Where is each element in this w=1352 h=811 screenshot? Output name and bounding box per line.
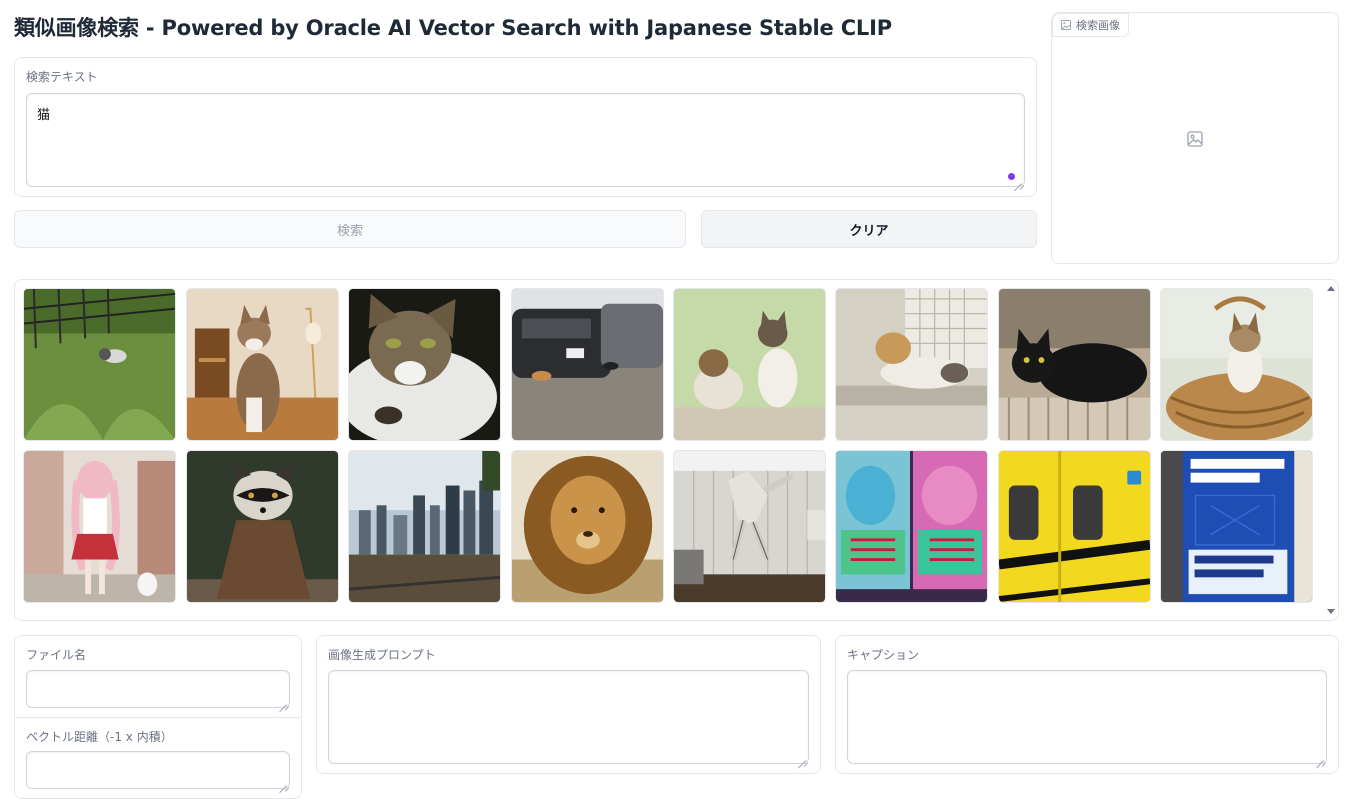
two-kittens-image — [674, 289, 825, 440]
gallery-item[interactable] — [186, 288, 339, 441]
resize-handle-icon[interactable] — [279, 697, 287, 705]
gallery-item[interactable] — [998, 450, 1151, 603]
gallery-scrollbar[interactable] — [1324, 280, 1338, 620]
gallery-item[interactable] — [23, 450, 176, 603]
blue-book-cover-image — [1161, 451, 1312, 602]
search-text-value: 猫 — [37, 108, 51, 123]
search-image-panel[interactable]: 検索画像 — [1051, 12, 1339, 264]
city-skyline-image — [349, 451, 500, 602]
lion-image — [512, 451, 663, 602]
filename-field[interactable] — [26, 670, 290, 708]
file-info-panel: ファイル名 ベクトル距離（-1 x 内積） — [14, 635, 302, 799]
gallery-item[interactable] — [23, 288, 176, 441]
kitten-on-window-sill-image — [836, 289, 987, 440]
manga-covers-image — [836, 451, 987, 602]
resize-handle-icon[interactable] — [798, 753, 806, 761]
distance-field[interactable] — [26, 751, 290, 789]
anime-girl-with-cat-image — [24, 451, 175, 602]
gallery-item[interactable] — [186, 450, 339, 603]
search-text-input[interactable]: 猫 — [26, 93, 1025, 187]
search-image-tag: 検索画像 — [1052, 13, 1129, 37]
cats-by-cars-image — [512, 289, 663, 440]
prompt-panel: 画像生成プロンプト — [316, 635, 821, 774]
caption-label: キャプション — [847, 648, 920, 662]
yellow-train-image — [999, 451, 1150, 602]
clear-button[interactable]: クリア — [701, 210, 1037, 248]
gallery-item[interactable] — [1160, 288, 1313, 441]
scroll-down-icon[interactable] — [1327, 609, 1335, 614]
raccoon-in-cloak-image — [187, 451, 338, 602]
distance-label: ベクトル距離（-1 x 内積） — [26, 730, 173, 744]
cat-in-grass-image — [24, 289, 175, 440]
image-tag-icon — [1061, 20, 1071, 30]
image-gallery — [14, 279, 1339, 621]
gallery-item[interactable] — [673, 450, 826, 603]
prompt-field[interactable] — [328, 670, 809, 764]
gallery-item[interactable] — [835, 450, 988, 603]
caption-panel: キャプション — [835, 635, 1339, 774]
gallery-item[interactable] — [511, 450, 664, 603]
search-button[interactable]: 検索 — [14, 210, 686, 248]
page-title: 類似画像検索 - Powered by Oracle AI Vector Sea… — [14, 16, 892, 40]
robot-statue-image — [674, 451, 825, 602]
gallery-item[interactable] — [998, 288, 1151, 441]
gallery-item[interactable] — [348, 450, 501, 603]
cat-closeup-image — [349, 289, 500, 440]
resize-handle-icon[interactable] — [279, 778, 287, 786]
resize-handle-icon[interactable] — [1316, 753, 1324, 761]
gallery-item[interactable] — [1160, 450, 1313, 603]
caption-field[interactable] — [847, 670, 1327, 764]
gallery-item[interactable] — [673, 288, 826, 441]
image-placeholder-icon[interactable] — [1187, 131, 1203, 147]
gallery-item[interactable] — [348, 288, 501, 441]
gallery-item[interactable] — [835, 288, 988, 441]
divider — [15, 717, 301, 718]
gallery-item[interactable] — [511, 288, 664, 441]
cat-sitting-indoors-image — [187, 289, 338, 440]
search-image-label: 検索画像 — [1076, 19, 1120, 32]
prompt-label: 画像生成プロンプト — [328, 648, 436, 662]
kitten-in-basket-image — [1161, 289, 1312, 440]
scroll-up-icon[interactable] — [1327, 286, 1335, 291]
black-cat-image — [999, 289, 1150, 440]
search-text-label: 検索テキスト — [26, 70, 98, 84]
search-text-panel: 検索テキスト 猫 — [14, 57, 1037, 197]
filename-label: ファイル名 — [26, 648, 87, 662]
resize-handle-icon[interactable] — [1014, 176, 1022, 184]
